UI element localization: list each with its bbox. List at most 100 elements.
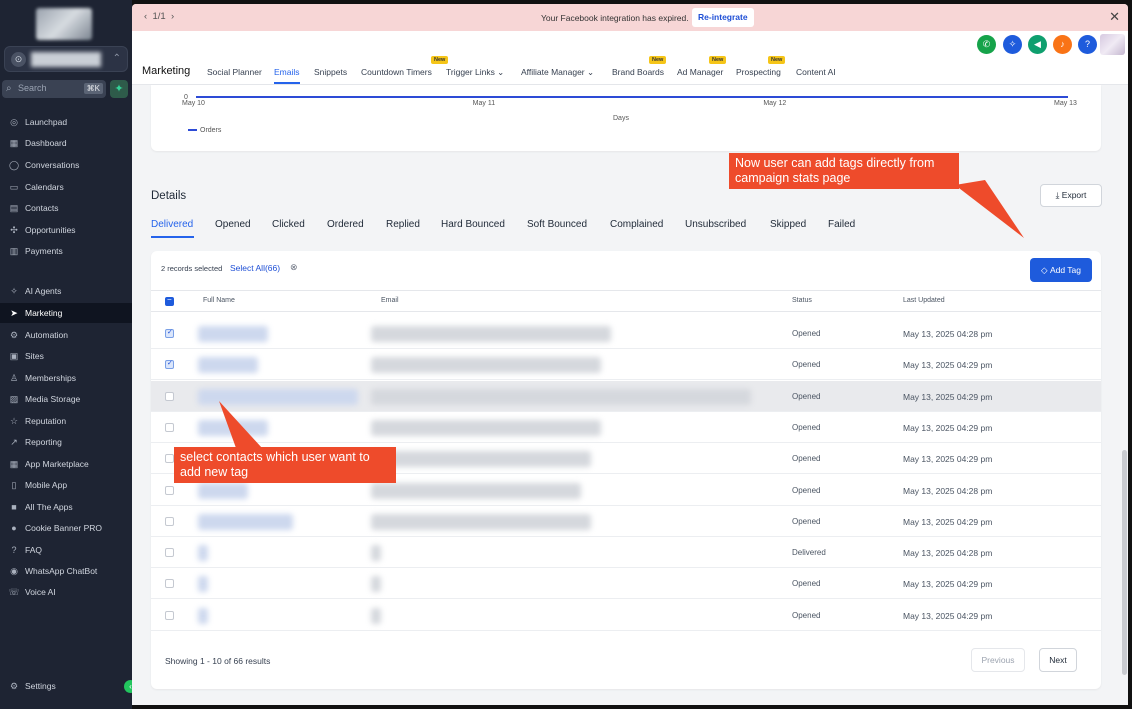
sidebar-item-whatsapp-chatbot[interactable]: ◉ WhatsApp ChatBot bbox=[0, 561, 132, 581]
select-all-checkbox[interactable] bbox=[165, 295, 174, 306]
tab-content-ai[interactable]: Content AI bbox=[796, 67, 836, 77]
table-row[interactable]: Delivered May 13, 2025 04:28 pm bbox=[151, 537, 1101, 569]
detail-tab-hard-bounced[interactable]: Hard Bounced bbox=[441, 219, 505, 230]
help-icon[interactable]: ? bbox=[1078, 35, 1097, 54]
sidebar-item-dashboard[interactable]: ▦ Dashboard bbox=[0, 133, 132, 153]
last-updated-cell: May 13, 2025 04:28 pm bbox=[903, 329, 993, 339]
sidebar-item-conversations[interactable]: ◯ Conversations bbox=[0, 155, 132, 175]
user-avatar[interactable] bbox=[1100, 34, 1125, 55]
row-checkbox[interactable] bbox=[165, 579, 174, 589]
export-button[interactable]: ⤓ Export bbox=[1040, 184, 1102, 207]
column-email: Email bbox=[381, 297, 399, 304]
sidebar-item-reporting[interactable]: ↗ Reporting bbox=[0, 432, 132, 452]
table-row[interactable]: Opened May 13, 2025 04:28 pm bbox=[151, 318, 1101, 349]
tab-emails[interactable]: Emails bbox=[274, 67, 300, 77]
sidebar-item-icon: ☏ bbox=[8, 586, 20, 597]
close-icon[interactable]: ✕ bbox=[1109, 9, 1120, 25]
page-scrollbar[interactable] bbox=[1122, 450, 1127, 675]
megaphone-icon[interactable]: ◀ bbox=[1028, 35, 1047, 54]
tab-trigger-links[interactable]: Trigger Links ⌄ bbox=[446, 67, 504, 78]
sidebar-item-payments[interactable]: ▥ Payments bbox=[0, 241, 132, 261]
sidebar-item-label: Conversations bbox=[25, 160, 80, 170]
sidebar-item-contacts[interactable]: ▤ Contacts bbox=[0, 198, 132, 218]
sidebar-item-mobile-app[interactable]: ▯ Mobile App bbox=[0, 475, 132, 495]
sidebar-item-cookie-banner-pro[interactable]: ● Cookie Banner PRO bbox=[0, 518, 132, 538]
detail-tab-delivered[interactable]: Delivered bbox=[151, 219, 193, 230]
download-icon: ⤓ bbox=[1055, 190, 1060, 200]
sidebar-item-opportunities[interactable]: ✣ Opportunities bbox=[0, 220, 132, 240]
row-checkbox[interactable] bbox=[165, 359, 174, 370]
tab-social-planner[interactable]: Social Planner bbox=[207, 67, 262, 77]
sidebar-item-icon: ▣ bbox=[9, 350, 19, 361]
detail-tab-complained[interactable]: Complained bbox=[610, 219, 663, 230]
bell-icon[interactable]: ♪ bbox=[1053, 35, 1072, 54]
tab-brand-boards[interactable]: Brand Boards bbox=[612, 67, 664, 77]
sidebar-item-all-the-apps[interactable]: ■ All The Apps bbox=[0, 497, 132, 517]
search-box[interactable]: ⌕ Search ⌘K bbox=[2, 80, 106, 98]
detail-tab-opened[interactable]: Opened bbox=[215, 219, 251, 230]
sidebar-item-ai-agents[interactable]: ✧ AI Agents bbox=[0, 281, 132, 301]
sidebar-item-app-marketplace[interactable]: ▦ App Marketplace bbox=[0, 454, 132, 474]
row-checkbox[interactable] bbox=[165, 328, 174, 338]
reintegrate-button[interactable]: Re-integrate bbox=[692, 8, 754, 27]
tab-snippets[interactable]: Snippets bbox=[314, 67, 347, 77]
tab-affiliate-manager[interactable]: Affiliate Manager ⌄ bbox=[521, 67, 594, 78]
detail-tab-skipped[interactable]: Skipped bbox=[770, 219, 806, 230]
sidebar-item-label: FAQ bbox=[25, 545, 43, 555]
table-row[interactable]: Opened May 13, 2025 04:29 pm bbox=[151, 380, 1101, 412]
select-all-link[interactable]: Select All(66) bbox=[230, 263, 280, 273]
account-switcher[interactable]: ⊙ ⌃ bbox=[4, 46, 128, 72]
sidebar-item-voice-ai[interactable]: ☏ Voice AI bbox=[0, 582, 132, 602]
sidebar-item-label: WhatsApp ChatBot bbox=[25, 566, 98, 576]
sidebar-item-marketing[interactable]: ➤ Marketing bbox=[0, 303, 132, 323]
tab-ad-manager[interactable]: Ad Manager bbox=[677, 67, 723, 77]
quick-action-icon[interactable]: ✦ bbox=[110, 80, 128, 98]
shortcut-hint: ⌘K bbox=[83, 83, 103, 94]
full-name-redacted bbox=[198, 576, 208, 593]
sidebar-item-settings[interactable]: ⚙ Settings bbox=[0, 676, 132, 696]
full-name-redacted bbox=[198, 482, 248, 499]
sidebar-item-label: Calendars bbox=[25, 182, 64, 192]
clear-selection-icon[interactable]: ⊗ bbox=[290, 262, 298, 273]
row-checkbox[interactable] bbox=[165, 516, 174, 526]
table-row[interactable]: Opened May 13, 2025 04:29 pm bbox=[151, 349, 1101, 381]
sidebar-item-sites[interactable]: ▣ Sites bbox=[0, 346, 132, 366]
table-row[interactable]: Opened May 13, 2025 04:29 pm bbox=[151, 412, 1101, 443]
detail-tab-unsubscribed[interactable]: Unsubscribed bbox=[685, 219, 746, 230]
row-checkbox[interactable] bbox=[165, 548, 174, 558]
row-checkbox[interactable] bbox=[165, 485, 174, 495]
detail-tab-ordered[interactable]: Ordered bbox=[327, 219, 364, 230]
sidebar-item-memberships[interactable]: ♙ Memberships bbox=[0, 368, 132, 388]
tab-countdown-timers[interactable]: Countdown Timers bbox=[361, 67, 432, 77]
row-checkbox[interactable] bbox=[165, 610, 174, 620]
details-heading: Details bbox=[151, 190, 187, 202]
banner-pager[interactable]: ‹ 1/1 › bbox=[144, 11, 174, 22]
row-checkbox[interactable] bbox=[165, 391, 174, 401]
detail-tab-soft-bounced[interactable]: Soft Bounced bbox=[527, 219, 587, 230]
row-checkbox[interactable] bbox=[165, 422, 174, 432]
previous-page-button[interactable]: Previous bbox=[971, 648, 1025, 672]
results-summary: Showing 1 - 10 of 66 results bbox=[165, 656, 271, 666]
detail-tab-failed[interactable]: Failed bbox=[828, 219, 855, 230]
detail-tab-clicked[interactable]: Clicked bbox=[272, 219, 305, 230]
sidebar-item-faq[interactable]: ? FAQ bbox=[0, 540, 132, 560]
sidebar-item-media-storage[interactable]: ▨ Media Storage bbox=[0, 389, 132, 409]
next-page-button[interactable]: Next bbox=[1039, 648, 1077, 672]
sidebar-item-icon: ◯ bbox=[8, 159, 20, 170]
row-checkbox[interactable] bbox=[165, 454, 174, 464]
sidebar-item-reputation[interactable]: ☆ Reputation bbox=[0, 411, 132, 431]
last-updated-cell: May 13, 2025 04:29 pm bbox=[903, 391, 993, 402]
sidebar-item-calendars[interactable]: ▭ Calendars bbox=[0, 177, 132, 197]
integration-banner: ‹ 1/1 › Your Facebook integration has ex… bbox=[132, 4, 1128, 31]
detail-tab-replied[interactable]: Replied bbox=[386, 219, 420, 230]
sidebar-item-automation[interactable]: ⚙ Automation bbox=[0, 325, 132, 345]
sidebar-item-launchpad[interactable]: ◎ Launchpad bbox=[0, 112, 132, 132]
sidebar-item-label: Automation bbox=[25, 330, 68, 340]
sparkle-icon[interactable]: ✧ bbox=[1003, 35, 1022, 54]
table-row[interactable]: Opened May 13, 2025 04:29 pm bbox=[151, 600, 1101, 631]
table-row[interactable]: Opened May 13, 2025 04:29 pm bbox=[151, 506, 1101, 537]
tab-prospecting[interactable]: Prospecting bbox=[736, 67, 781, 77]
add-tag-button[interactable]: ◇ Add Tag bbox=[1030, 258, 1092, 282]
table-row[interactable]: Opened May 13, 2025 04:29 pm bbox=[151, 568, 1101, 600]
phone-icon[interactable]: ✆ bbox=[977, 35, 996, 54]
